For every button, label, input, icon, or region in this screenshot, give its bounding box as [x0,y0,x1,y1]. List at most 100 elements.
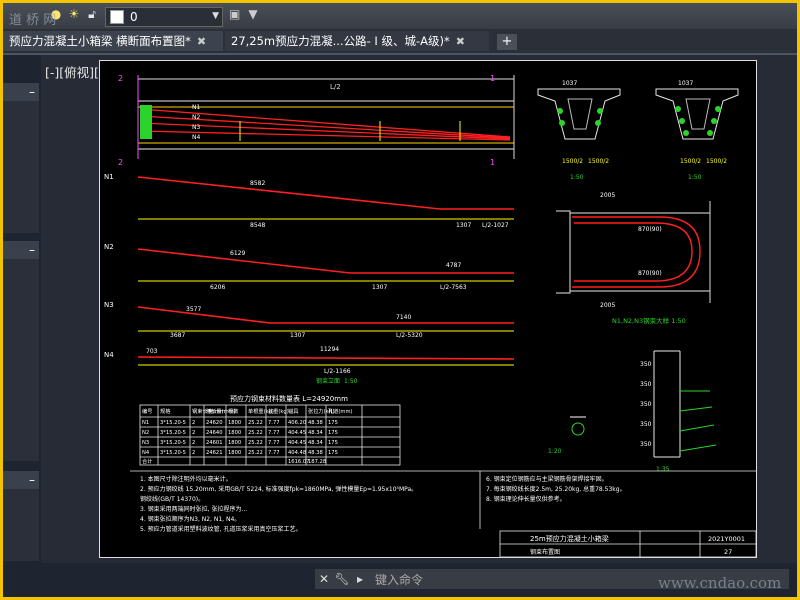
table-cell: 404.48 [288,450,306,456]
layer-properties-icon[interactable]: ▣ [229,7,240,21]
table-cell: 175 [328,430,338,436]
table-cell: 404.45 [288,430,306,436]
note-line: 8. 钢束理论伸长量仅供参考。 [486,495,566,503]
svg-text:1307: 1307 [290,332,305,339]
svg-text:1:50: 1:50 [344,378,358,385]
layer-color-swatch [110,10,124,24]
command-input[interactable]: 键入命令 [375,571,423,588]
table-cell: 404.45 [288,440,306,446]
anchor-detail [556,201,711,303]
table-cell: N3 [142,440,149,446]
chevron-down-icon[interactable]: ▼ [248,7,257,21]
tendon-N1-detail: N1 8582 8548 1307 L/2-1027 [104,173,514,229]
svg-text:1:50: 1:50 [688,174,702,181]
notes-right: 6. 钢束定位钢筋应与主梁钢筋骨架焊接牢固。 7. 每束钢绞线长度2.5m, 25… [486,475,626,503]
svg-text:2: 2 [118,74,123,83]
table-cell: 25.22 [248,430,263,436]
table-cell: 7.77 [268,430,280,436]
table-cell: 7.77 [268,450,280,456]
drawing-code: 2021Y0001 [708,535,745,543]
svg-text:6129: 6129 [230,250,245,257]
collapse-button[interactable]: – [3,471,39,489]
svg-text:N4: N4 [104,351,114,359]
table-cell: 175 [328,440,338,446]
svg-text:N1: N1 [192,104,200,111]
svg-text:350: 350 [640,441,652,448]
sheet-number: 27 [724,548,732,556]
layer-state-icons: ● ☀ 🔓︎ [49,7,99,22]
svg-text:1037: 1037 [562,80,577,87]
svg-text:3577: 3577 [186,306,201,313]
table-cell: 3*15.20-5 [160,420,186,426]
svg-text:8582: 8582 [250,180,265,187]
svg-text:3687: 3687 [170,332,185,339]
table-cell: N4 [142,450,150,456]
drawing-sheet[interactable]: L/2 2 2 1 1 N1 N2 N3 N4 1037 1037 1500/2… [99,60,757,558]
quantity-table-cells: 编号 规格 钢束长度(mm)伸长量(mm)根数 单根重(kg)共重(kg) 锚具 张拉力(… [142,407,353,465]
notes-left: 1. 本图尺寸除注明外均以毫米计。 2. 预应力钢绞线 15.20mm, 采用GB… [140,475,417,533]
table-cell: 3*15.20-5 [160,430,186,436]
collapse-button[interactable]: – [3,241,39,259]
sun-icon[interactable]: ☀ [67,7,81,21]
svg-text:7140: 7140 [396,314,411,321]
table-cell: 48.38 [308,420,323,426]
note-line: 2. 预应力钢绞线 15.20mm, 采用GB/T 5224, 标准强度fpk=… [140,485,417,493]
svg-text:2: 2 [118,158,123,167]
tab-file-1[interactable]: 预应力混凝土小箱梁 横断面布置图* ✖ [3,31,223,51]
table-cell: 24621 [206,450,223,456]
close-icon[interactable]: ✖ [197,35,206,48]
svg-text:2005: 2005 [600,192,615,199]
file-tab-bar: 预应力混凝土小箱梁 横断面布置图* ✖ 27,25m预应力混凝...公路- I … [3,29,797,55]
table-cell: 25.22 [248,450,263,456]
new-tab-button[interactable]: + [497,34,517,50]
table-cell: 48.34 [308,430,324,436]
table-cell: 25.22 [248,440,263,446]
lock-icon[interactable]: 🔓︎ [85,7,99,21]
layer-dropdown[interactable]: 0 ▼ [105,7,223,27]
app-window: ● ☀ 🔓︎ 0 ▼ ▣ ▼ 预应力混凝土小箱梁 横断面布置图* ✖ 27,25… [3,3,797,597]
command-prompt-icon[interactable]: ▸ [351,570,369,588]
elevation-title: 钢束立面 [316,377,340,385]
table-cell: 3*15.20-5 [160,440,186,446]
watermark-logo: 道 桥 网 [9,13,57,28]
svg-text:N4: N4 [192,134,200,141]
svg-text:1: 1 [490,158,495,167]
svg-text:870(90): 870(90) [638,270,662,277]
table-cell: 24640 [206,430,223,436]
table-cell: 7.77 [268,420,280,426]
svg-text:1: 1 [490,74,495,83]
svg-text:L/2-1027: L/2-1027 [482,222,509,229]
table-cell: 1800 [228,420,241,426]
svg-text:L/2-5320: L/2-5320 [396,332,423,339]
tendon-N4-detail: N4 703 11294 L/2-1166 [104,346,515,375]
collapse-button[interactable]: – [3,83,39,101]
table-cell: 规格 [160,407,171,415]
table-cell: 编号 [142,407,152,415]
top-toolbar: ● ☀ 🔓︎ 0 ▼ ▣ ▼ [3,3,797,29]
table-cell: 48.34 [308,440,324,446]
table-cell: 7.77 [268,440,280,446]
note-line: 钢绞线(GB/T 14370)。 [140,495,204,503]
svg-text:350: 350 [640,381,652,388]
hook-detail [570,416,586,436]
table-cell: 1616.07 [288,459,309,465]
svg-text:4787: 4787 [446,262,461,269]
table-cell: 根数 [228,407,239,415]
table-cell: 2 [192,450,195,456]
table-cell: 187.28 [308,459,326,465]
tab-file-2[interactable]: 27,25m预应力混凝...公路- I 级、城-A级)* ✖ [225,31,489,51]
table-cell: 1800 [228,440,241,446]
tab-label: 27,25m预应力混凝...公路- I 级、城-A级)* [231,34,450,48]
svg-text:1:35: 1:35 [656,466,670,473]
cross-section-2 [655,88,739,140]
wrench-icon[interactable]: 🔧︎ [333,570,351,588]
table-cell: 3*15.20-5 [160,450,186,456]
drawing-subtitle: 钢束布置图 [530,548,560,556]
table-cell: 孔道(mm) [328,407,353,415]
note-line: 4. 钢束张拉顺序为N3, N2, N1, N4。 [140,515,240,523]
table-cell: 175 [328,450,338,456]
close-icon[interactable]: ✖ [456,35,465,48]
svg-text:N2: N2 [192,114,200,121]
svg-text:N1: N1 [104,173,114,181]
close-icon[interactable]: ✕ [315,570,333,588]
